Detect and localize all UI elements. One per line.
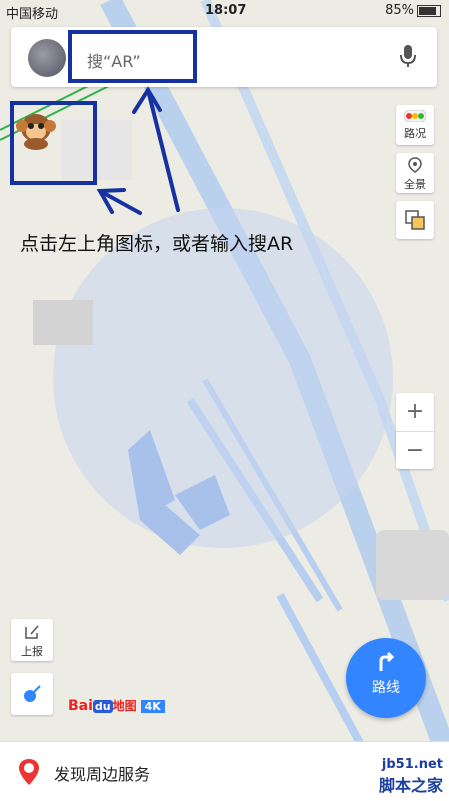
compass-icon bbox=[24, 685, 41, 702]
layers-button[interactable] bbox=[396, 201, 434, 239]
zoom-control: + − bbox=[396, 393, 434, 469]
traffic-light-icon bbox=[403, 109, 427, 123]
watermark: jb51.net 脚本之家 bbox=[378, 757, 443, 795]
instruction-text: 点击左上角图标，或者输入搜AR bbox=[20, 233, 294, 255]
edit-icon bbox=[25, 625, 39, 639]
discover-label: 发现周边服务 bbox=[54, 765, 151, 784]
locate-button[interactable] bbox=[11, 673, 53, 715]
report-button[interactable]: 上报 bbox=[11, 619, 53, 661]
turn-arrow-icon bbox=[379, 651, 395, 671]
panorama-button[interactable]: 全景 bbox=[396, 153, 434, 193]
report-label: 上报 bbox=[21, 645, 43, 658]
zoom-in-button[interactable]: + bbox=[396, 393, 434, 431]
zoom-out-button[interactable]: − bbox=[396, 431, 434, 470]
traffic-button[interactable]: 路况 bbox=[396, 105, 434, 145]
route-button[interactable]: 路线 bbox=[346, 638, 426, 718]
panorama-label: 全景 bbox=[404, 178, 426, 191]
traffic-label: 路况 bbox=[404, 127, 426, 140]
du-pin-icon bbox=[19, 759, 39, 785]
route-label: 路线 bbox=[372, 680, 400, 696]
baidu-map-logo: Bai du 地图 4K bbox=[68, 697, 165, 714]
layers-icon bbox=[405, 210, 425, 230]
location-pin-icon bbox=[408, 157, 422, 173]
